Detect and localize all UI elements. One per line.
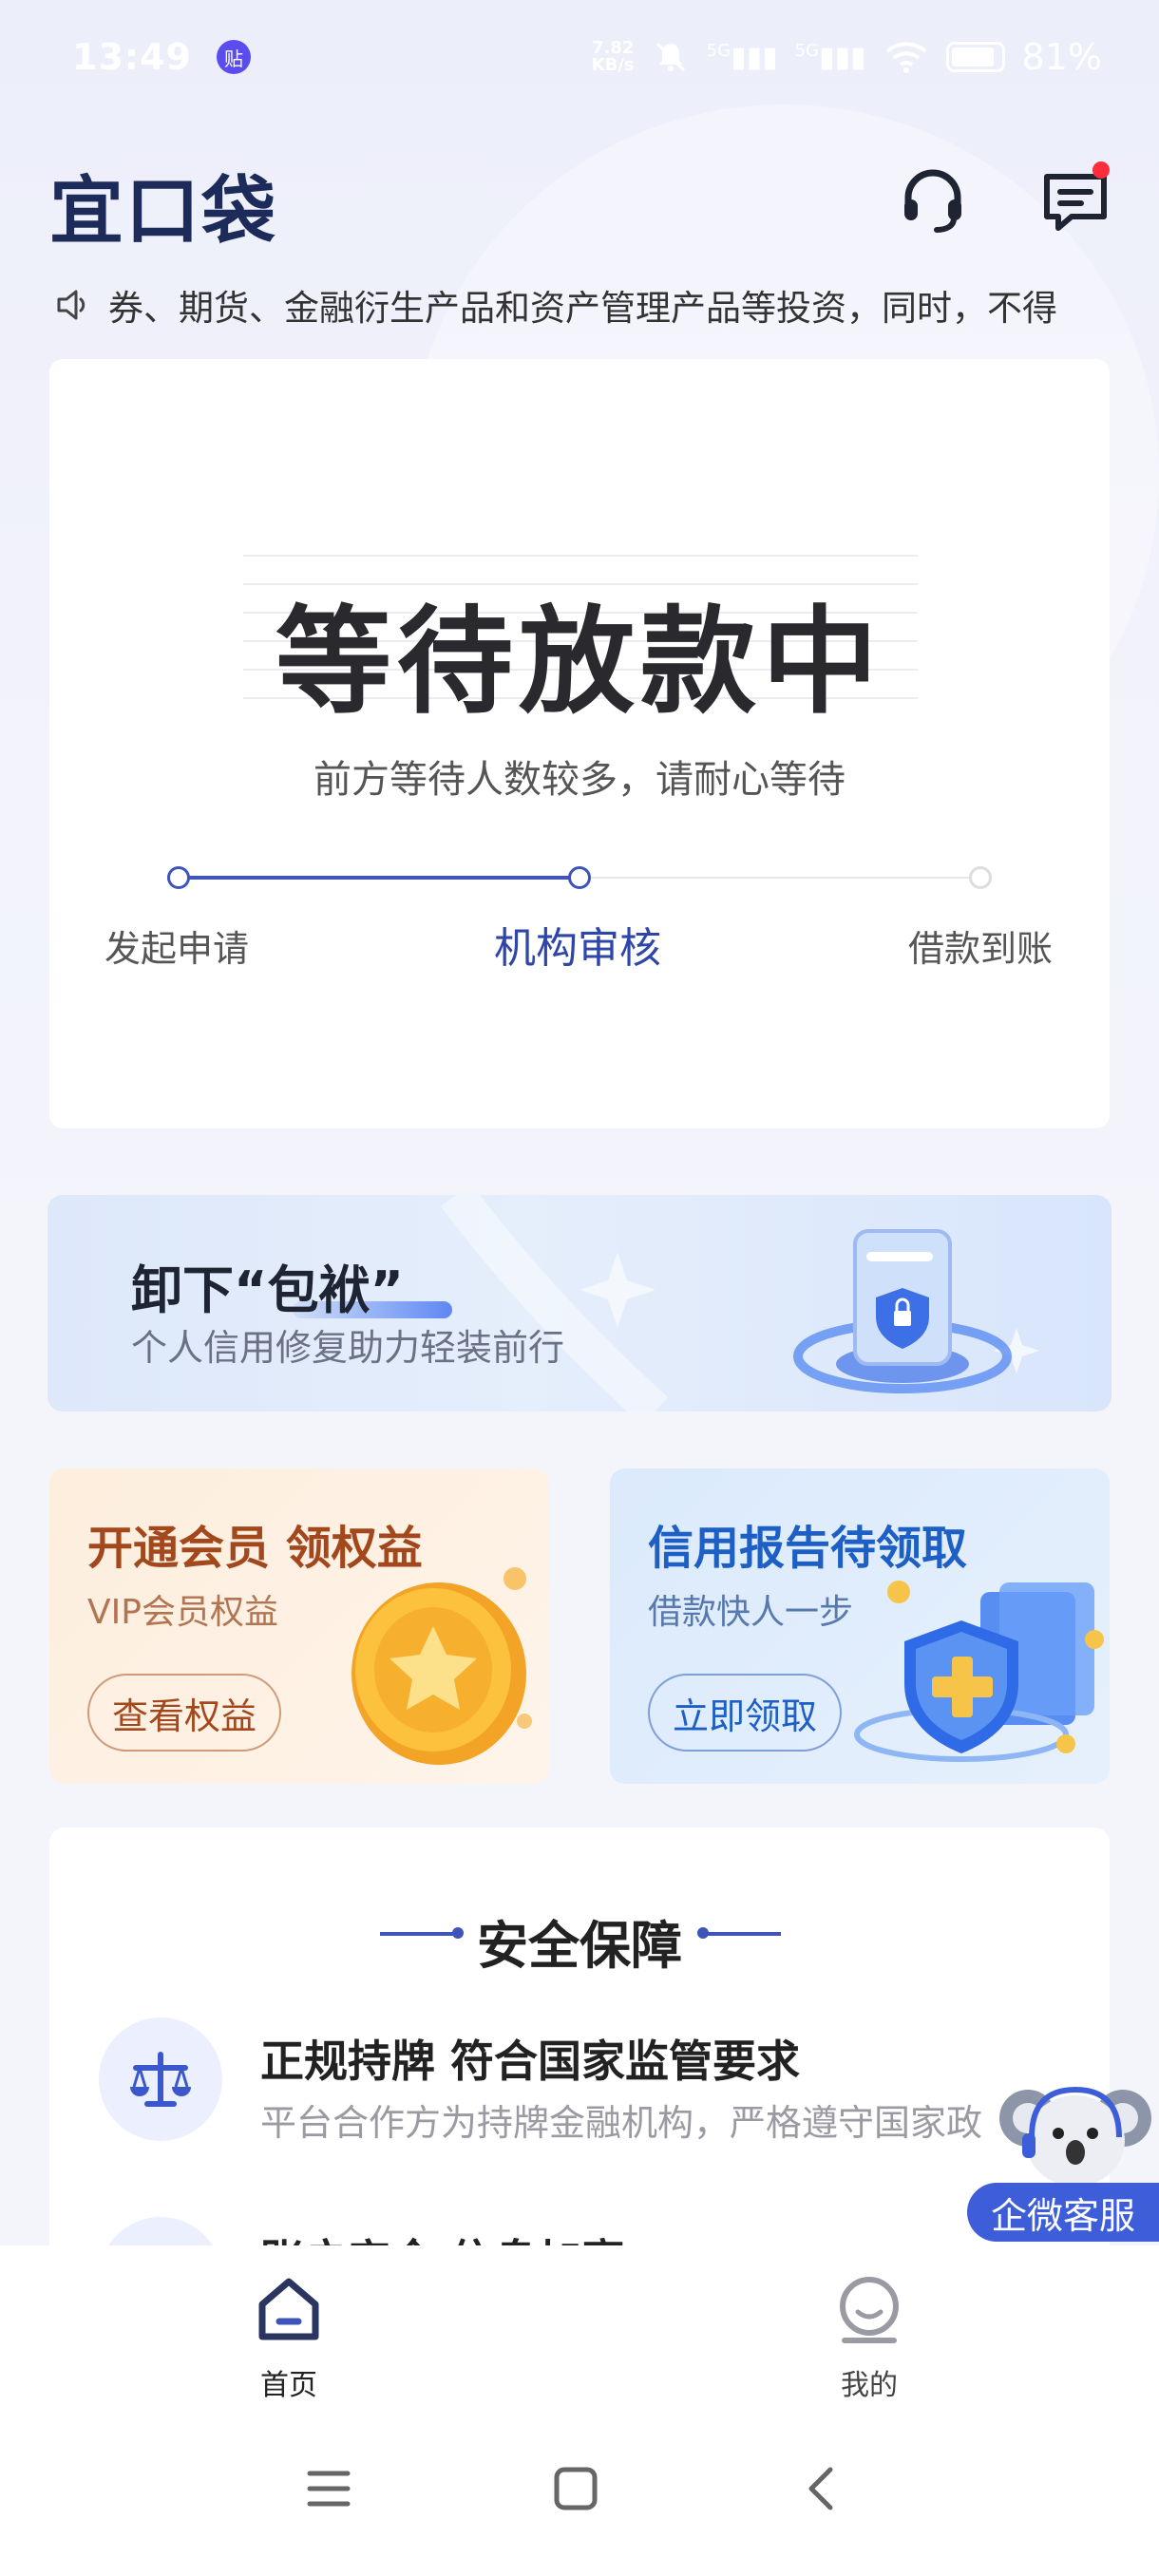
progress-stepper: 发起申请 机构审核 借款到账 (49, 862, 1110, 973)
bottom-tab-bar: 首页 我的 (0, 2245, 1159, 2407)
signal-5g-icon: 5G▮▮▮ (706, 40, 778, 74)
claim-now-button[interactable]: 立即领取 (648, 1674, 843, 1752)
step-line-completed (179, 876, 581, 880)
loan-status-card: 等待放款中 前方等待人数较多，请耐心等待 发起申请 机构审核 借款到账 (49, 359, 1110, 1128)
view-benefits-button[interactable]: 查看权益 (87, 1674, 282, 1752)
security-item-title: 账户安全 信息加密 (260, 2226, 625, 2245)
status-time: 13:49 (72, 36, 192, 78)
credit-report-card[interactable]: 信用报告待领取 借款快人一步 立即领取 (610, 1468, 1110, 1784)
notice-marquee[interactable]: 券、期货、金融衍生产品和资产管理产品等投资，同时，不得 (53, 275, 1108, 334)
speaker-icon (57, 290, 86, 320)
notice-text: 券、期货、金融衍生产品和资产管理产品等投资，同时，不得 (108, 288, 1057, 329)
tab-home-label: 首页 (260, 2369, 317, 2402)
vip-membership-card[interactable]: 开通会员 领权益 VIP会员权益 查看权益 (49, 1468, 549, 1784)
step-dot-apply (167, 866, 190, 889)
notification-app-icon: 贴 (216, 40, 251, 74)
step-dot-disbursed (969, 866, 992, 889)
tab-home[interactable]: 首页 (213, 2274, 365, 2403)
tab-mine[interactable]: 我的 (793, 2274, 945, 2403)
system-navigation-bar (0, 2407, 1159, 2576)
home-square-icon[interactable] (547, 2460, 604, 2517)
mute-bell-icon (656, 42, 685, 72)
app-header: 宜口袋 (49, 152, 1113, 256)
security-section: 安全保障 正规持牌 符合国家监管要求 平台合作方为持牌金融机构，严格遵守国家政 (49, 1828, 1110, 2245)
headset-icon (904, 169, 961, 233)
step-label-apply: 发起申请 (104, 928, 250, 970)
credit-card-title: 信用报告待领取 (648, 1522, 968, 1575)
credit-card-subtitle: 借款快人一步 (648, 1593, 854, 1632)
loan-status-subtitle: 前方等待人数较多，请耐心等待 (314, 758, 846, 802)
gold-coin-icon (352, 1567, 532, 1765)
network-speed-unit: KB/s (591, 55, 635, 75)
wifi-icon (885, 42, 926, 73)
menu-icon[interactable] (300, 2460, 357, 2517)
signal-5g-icon-2: 5G▮▮▮ (794, 40, 866, 74)
credit-repair-banner[interactable]: 卸下“包袱” 个人信用修复助力轻装前行 (48, 1195, 1112, 1411)
koala-mascot-icon (999, 2086, 1151, 2187)
loan-status-title: 等待放款中 (276, 595, 884, 729)
signal-5g-label: 5G (706, 40, 732, 61)
security-item-title: 正规持牌 符合国家监管要求 (260, 2036, 801, 2087)
phone-lock-icon (793, 1229, 1012, 1393)
security-item-licensed: 正规持牌 符合国家监管要求 平台合作方为持牌金融机构，严格遵守国家政 (99, 2017, 1106, 2150)
app-screen: 13:49 贴 7.82 KB/s 5G▮▮▮ 5G▮▮▮ 81% 宜口袋 券、… (0, 0, 1159, 2576)
balance-scale-icon (130, 2052, 191, 2107)
tab-mine-label: 我的 (841, 2369, 898, 2402)
step-label-disbursed: 借款到账 (908, 928, 1054, 970)
unread-dot (1092, 161, 1110, 179)
security-icon-wrap (99, 2217, 222, 2245)
banner-subtitle: 个人信用修复助力轻装前行 (131, 1327, 565, 1369)
banner-title: 卸下“包袱” (131, 1260, 404, 1320)
status-bar: 13:49 贴 7.82 KB/s 5G▮▮▮ 5G▮▮▮ 81% (0, 0, 1159, 114)
security-icon-wrap (99, 2017, 222, 2141)
profile-icon (840, 2277, 899, 2343)
security-title: 安全保障 (477, 1916, 682, 1976)
step-line-pending (581, 877, 980, 879)
security-item-desc: 平台合作方为持牌金融机构，严格遵守国家政 (260, 2102, 983, 2144)
security-item-account: 账户安全 信息加密 (99, 2217, 1106, 2245)
network-speed: 7.82 KB/s (592, 40, 635, 74)
credit-shield-icon (854, 1581, 1104, 1762)
signal-5g-label-2: 5G (794, 40, 819, 61)
vip-card-subtitle: VIP会员权益 (87, 1593, 278, 1632)
battery-icon (945, 42, 1005, 72)
back-icon[interactable] (794, 2460, 851, 2517)
battery-percent: 81% (1021, 36, 1102, 78)
customer-support-button[interactable] (895, 161, 971, 237)
step-dot-review (568, 866, 591, 889)
message-button[interactable] (1037, 161, 1113, 237)
step-label-review: 机构审核 (494, 924, 661, 973)
wecom-service-label: 企微客服 (967, 2183, 1159, 2242)
status-right-group: 7.82 KB/s 5G▮▮▮ 5G▮▮▮ 81% (592, 36, 1102, 78)
wecom-service-button[interactable]: 企微客服 (967, 2080, 1159, 2242)
section-title-deco-right (697, 1927, 781, 1939)
home-icon (258, 2278, 319, 2340)
